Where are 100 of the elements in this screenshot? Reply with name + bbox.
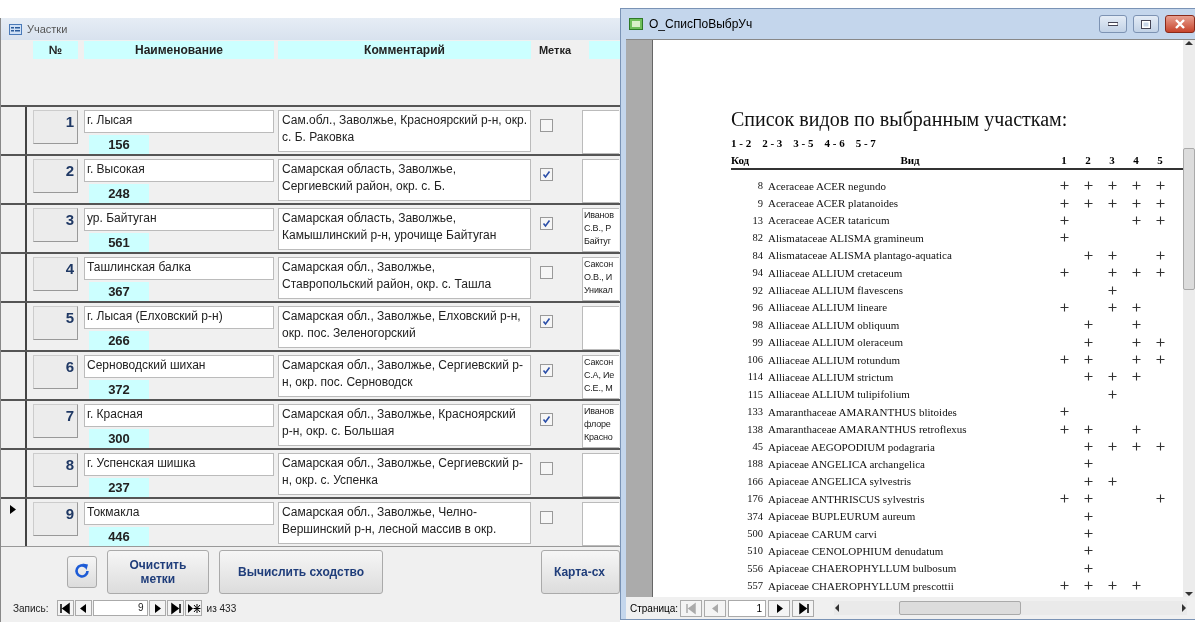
record-number: 9 [33,502,78,536]
next-record-button[interactable] [148,600,166,616]
species-name: Alliaceae ALLIUM obliquum [768,318,901,331]
name-field[interactable]: г. Высокая [84,159,274,182]
name-field[interactable]: г. Лысая [84,110,274,133]
record-field[interactable]: 9 [92,600,148,616]
species-code: 114 [746,371,763,383]
minimize-icon [1108,22,1118,26]
species-code: 500 [746,528,763,539]
species-count: 561 [89,233,149,252]
comment-field[interactable]: Самарская обл., Заволжье, Ставропольский район, окр. с. Ташла [278,257,531,299]
first-icon [57,600,73,616]
species-code: 82 [751,232,763,244]
species-code: 557 [746,580,763,592]
text-field[interactable] [582,453,619,497]
horizontal-scrollbar[interactable] [834,601,1187,615]
field-text: Уникал [584,284,614,297]
species-code: 188 [746,458,763,470]
mark-checkbox[interactable] [539,462,553,475]
site-pair: 1 - 2 [731,137,752,149]
scroll-up-icon [1185,40,1193,45]
action-button[interactable]: Карта-сх [540,550,620,594]
species-code: 94 [751,267,763,279]
name-field[interactable]: Токмакла [84,502,274,525]
mark-checkbox[interactable] [539,266,553,279]
field-text: С.Е., М [584,382,614,395]
comment-field[interactable]: Самарская обл., Заволжье, Сергиевский р-н, окр. пос. Серноводск [278,355,531,397]
mark-checkbox[interactable] [539,119,553,132]
species-code: 374 [746,510,763,522]
text-field[interactable] [582,110,619,154]
species-name: Alliaceae ALLIUM tulipifolium [768,388,911,401]
comment-field[interactable]: Самарская область, Заволжье, Сергиевский район, окр. с. Б. [278,159,531,201]
name-field[interactable]: ур. Байтуган [84,208,274,231]
species-name: Apiaceae ANGELICA archangelica [768,457,926,470]
text-field[interactable] [582,502,619,546]
species-name: Alliaceae ALLIUM strictum [768,371,895,383]
name-field[interactable]: г. Лысая (Елховский р-н) [84,306,274,329]
action-button[interactable]: Очистить метки [106,550,210,594]
comment-field[interactable]: Самарская обл., Заволжье, Красноярский р-н, окр. с. Большая [278,404,531,446]
species-name: Apiaceae ANTHRISCUS sylvestris [768,492,926,505]
comment-field[interactable]: Самарская обл., Заволжье, Челно-Вершинский р-н, лесной массив в окр. [278,502,531,544]
scroll-thumb[interactable] [1183,147,1195,290]
species-count: 156 [89,135,149,154]
mark-checkbox[interactable] [539,413,553,426]
action-button[interactable]: Вычислить сходство [219,550,383,594]
name-field[interactable]: Ташлинская балка [84,257,274,280]
first-record-button[interactable] [56,600,74,616]
species-count: 300 [89,429,149,448]
previous-record-button[interactable] [74,600,92,616]
last-record-button[interactable] [166,600,184,616]
name-field[interactable]: г. Успенская шишка [84,453,274,476]
next-page-button[interactable] [768,599,791,617]
species-name: Aceraceae ACER negundo [768,179,887,192]
species-name: Apiaceae ANGELICA sylvestris [768,475,912,488]
comment-field[interactable]: Сам.обл., Заволжье, Красноярский р-н, окр. с. Б. Раковка [278,110,531,152]
species-name: Apiaceae CHAEROPHYLLUM prescottii [768,579,955,592]
species-code: 556 [746,562,763,574]
mark-checkbox[interactable] [539,217,553,230]
species-code: 138 [746,423,763,435]
comment-field[interactable]: Самарская область, Заволжье, Камышлинский р-н, урочище Байтуган [278,208,531,250]
species-name: Alliaceae ALLIUM rotundum [768,353,901,366]
species-name: Apiaceae CARUM carvi [768,527,878,540]
maximize-button[interactable] [1133,15,1159,33]
species-code: 13 [751,214,763,226]
new-record-button[interactable] [184,600,202,616]
record-label: Запись: [13,602,49,614]
mark-checkbox[interactable] [539,315,553,328]
text-field[interactable] [582,306,619,350]
species-name: Apiaceae AEGOPODIUM podagraria [768,440,936,453]
species-name: Alliaceae ALLIUM oleraceum [768,336,904,349]
report-icon [629,18,643,30]
text-field[interactable] [582,159,619,203]
name-field[interactable]: г. Красная [84,404,274,427]
minimize-button[interactable] [1099,15,1127,33]
species-code: 99 [751,336,763,348]
species-code: 133 [746,406,763,418]
species-name: Amaranthaceae AMARANTHUS retroflexus [768,423,968,436]
mark-checkbox[interactable] [539,364,553,377]
mark-checkbox[interactable] [539,168,553,181]
field-text: С.А, Ие [584,369,616,382]
species-name: Aceraceae ACER platanoides [768,197,900,210]
refresh-button[interactable] [67,556,97,588]
record-number: 8 [33,453,78,487]
last-page-button[interactable] [792,599,815,617]
vertical-scrollbar[interactable] [1183,40,1195,597]
species-name: Apiaceae CHAEROPHYLLUM bulbosum [768,562,958,575]
site-pair: 2 - 3 [762,137,783,149]
comment-field[interactable]: Самарская обл., Заволжье, Елховский р-н, окр. пос. Зеленогорский [278,306,531,348]
comment-field[interactable]: Самарская обл., Заволжье, Сергиевский р-н, окр. с. Успенка [278,453,531,495]
column-header: 3 [1108,154,1116,166]
page-field[interactable]: 1 [728,599,767,617]
mark-checkbox[interactable] [539,511,553,524]
record-number: 5 [33,306,78,340]
scroll-thumb[interactable] [899,601,1022,615]
header-background [589,41,620,59]
name-field[interactable]: Серноводский шихан [84,355,274,378]
close-button[interactable] [1165,15,1195,33]
column-header: Метка [537,43,573,58]
record-number: 4 [33,257,78,291]
species-count: 372 [89,380,149,399]
